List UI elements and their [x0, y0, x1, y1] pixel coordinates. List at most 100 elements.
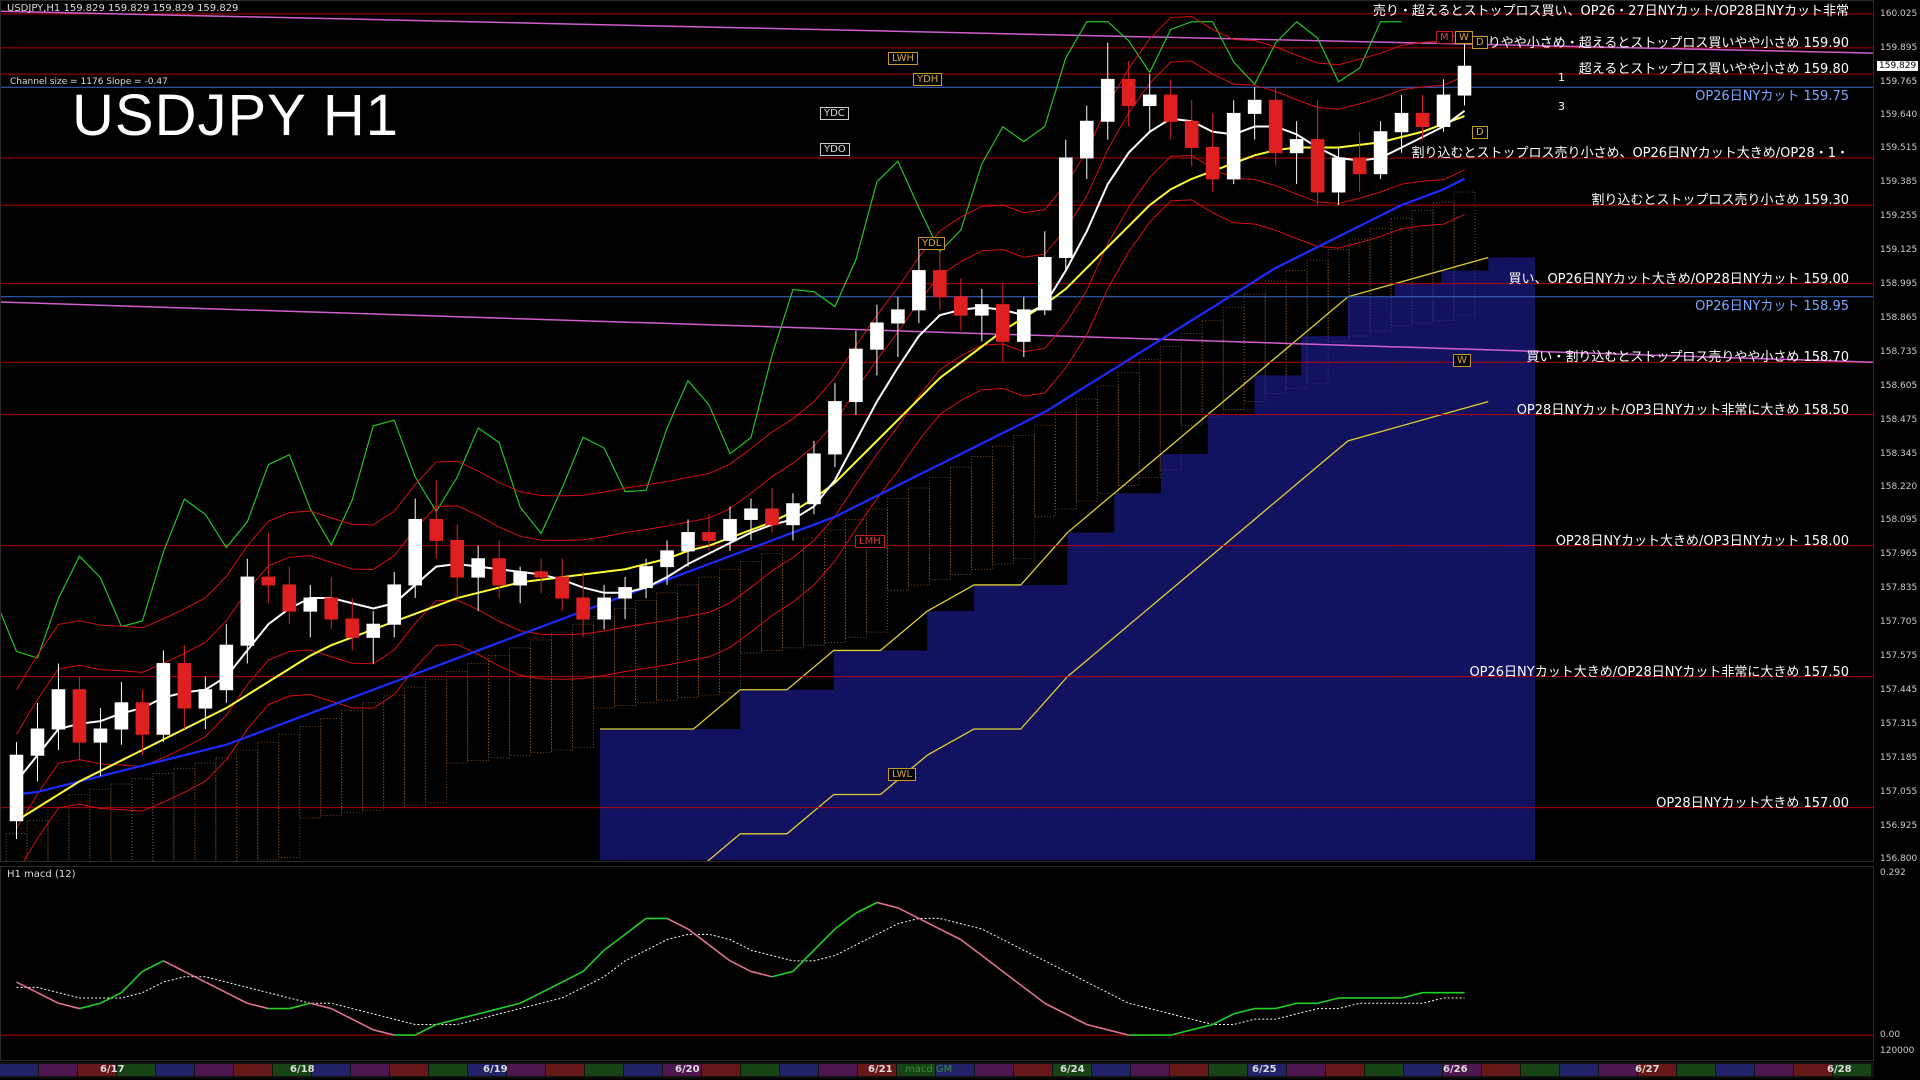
price-tick: 157.835	[1880, 582, 1918, 593]
date-label: 6/20	[675, 1064, 700, 1075]
session-segment	[1560, 1064, 1598, 1076]
tag-m: M	[1436, 31, 1453, 44]
session-segment	[429, 1064, 467, 1076]
session-segment	[1404, 1064, 1442, 1076]
macd-tick: 0.00	[1880, 1030, 1901, 1041]
session-segment	[624, 1064, 662, 1076]
date-label: 6/21	[868, 1064, 893, 1075]
macd-title: H1 macd (12)	[7, 869, 76, 880]
date-label: 6/25	[1252, 1064, 1277, 1075]
session-segment	[1677, 1064, 1715, 1076]
annotation-label: OP26日NYカット 159.75	[1695, 89, 1849, 105]
price-tick: 157.575	[1880, 650, 1918, 661]
price-tick: 157.055	[1880, 787, 1918, 798]
macd-tick: 120000	[1880, 1046, 1915, 1056]
session-segment	[585, 1064, 623, 1076]
channel-label-3: 3	[1558, 100, 1565, 113]
price-axis: 160.025 159.895 159.765 159.640 159.515 159.3…	[1876, 0, 1920, 864]
price-tick: 159.125	[1880, 244, 1918, 255]
annotation-label: 売り・超えるとストップロス買い、OP26・27日NYカット/OP28日NYカット…	[1372, 4, 1849, 19]
annotation-label: 割り込むとストップロス売り小さめ、OP26日NYカット大きめ/OP28・1・	[1411, 145, 1849, 161]
price-tick: 156.800	[1880, 854, 1918, 864]
tag-ydl: YDL	[918, 237, 946, 250]
session-segment	[819, 1064, 857, 1076]
session-segment	[1170, 1064, 1208, 1076]
annotation-label: 売りやや小さめ・超えるとストップロス買いやや小さめ 159.90	[1474, 35, 1849, 51]
tag-ydh: YDH	[913, 73, 943, 86]
annotation-label: OP28日NYカット大きめ/OP3日NYカット 158.00	[1555, 533, 1849, 549]
tag-d: D	[1472, 36, 1488, 49]
session-segment	[1092, 1064, 1130, 1076]
session-segment	[1521, 1064, 1559, 1076]
price-tick: 159.640	[1880, 110, 1918, 121]
annotation-label: OP26日NYカット 158.95	[1695, 298, 1849, 314]
session-segment	[741, 1064, 779, 1076]
price-tick: 158.865	[1880, 313, 1918, 324]
tag-d: D	[1472, 126, 1488, 139]
price-tick: 157.965	[1880, 548, 1918, 559]
session-segment	[702, 1064, 740, 1076]
session-segment	[1326, 1064, 1364, 1076]
date-label: 6/24	[1060, 1064, 1085, 1075]
symbol-header: USDJPY,H1 159.829 159.829 159.829 159.82…	[7, 3, 239, 14]
price-tick: 159.515	[1880, 142, 1918, 153]
session-segment	[1482, 1064, 1520, 1076]
price-tick: 158.735	[1880, 347, 1918, 358]
session-segment	[546, 1064, 584, 1076]
price-tick: 156.925	[1880, 821, 1918, 832]
date-label: 6/17	[100, 1064, 125, 1075]
session-segment	[1755, 1064, 1793, 1076]
price-tick: 157.445	[1880, 685, 1918, 696]
price-tick: 158.220	[1880, 482, 1918, 492]
chart-window: USDJPY,H1 159.829 159.829 159.829 159.82…	[0, 0, 1920, 1080]
price-tick: 157.705	[1880, 616, 1918, 627]
session-segment	[1287, 1064, 1325, 1076]
price-tick: 160.025	[1880, 9, 1918, 20]
channel-label-1: 1	[1558, 71, 1565, 84]
annotation-label: 割り込むとストップロス売り小さめ 159.30	[1591, 193, 1849, 209]
date-label: 6/28	[1827, 1064, 1852, 1075]
tag-lwh: LWH	[888, 52, 919, 65]
annotation-label: OP28日NYカット大きめ 157.00	[1656, 795, 1849, 811]
price-tick: 159.255	[1880, 210, 1918, 221]
price-tick: 158.605	[1880, 381, 1918, 392]
session-segment	[312, 1064, 350, 1076]
session-segment	[0, 1064, 38, 1076]
tag-ydc: YDC	[820, 107, 849, 120]
session-segment	[39, 1064, 77, 1076]
session-segment	[1599, 1064, 1637, 1076]
session-segment	[1014, 1064, 1052, 1076]
price-tick: 159.765	[1880, 77, 1918, 88]
session-segment	[390, 1064, 428, 1076]
macd-tick: 0.292	[1880, 868, 1906, 878]
price-tick: 157.315	[1880, 719, 1918, 730]
chart-title: USDJPY H1	[72, 83, 400, 148]
session-segment	[351, 1064, 389, 1076]
price-tick: 158.995	[1880, 278, 1918, 289]
annotation-label: 買い・割り込むとストップロス売りやや小さめ 158.70	[1526, 350, 1849, 366]
tag-lmh: LMH	[855, 535, 885, 548]
session-segment	[975, 1064, 1013, 1076]
date-label: 6/27	[1635, 1064, 1660, 1075]
session-segment	[1209, 1064, 1247, 1076]
tag-w: W	[1453, 354, 1471, 367]
tag-lwl: LWL	[888, 768, 917, 781]
macd-frame	[0, 866, 1874, 1061]
annotation-label: 買い、OP26日NYカット大きめ/OP28日NYカット 159.00	[1508, 271, 1849, 287]
annotation-label: OP28日NYカット/OP3日NYカット非常に大きめ 158.50	[1516, 402, 1849, 418]
date-label: 6/26	[1443, 1064, 1468, 1075]
session-segment	[780, 1064, 818, 1076]
price-tick: 159.385	[1880, 176, 1918, 187]
date-label: 6/19	[483, 1064, 508, 1075]
annotation-label: OP26日NYカット大きめ/OP28日NYカット非常に大きめ 157.50	[1469, 664, 1849, 680]
session-segment	[156, 1064, 194, 1076]
price-tick: 158.475	[1880, 415, 1918, 426]
price-tick: 157.185	[1880, 753, 1918, 764]
date-label: 6/18	[290, 1064, 315, 1075]
price-tick: 158.095	[1880, 514, 1918, 525]
price-tick: 159.895	[1880, 43, 1918, 54]
session-segment	[1365, 1064, 1403, 1076]
session-segment	[507, 1064, 545, 1076]
price-tick: 158.345	[1880, 449, 1918, 460]
session-segment	[1716, 1064, 1754, 1076]
